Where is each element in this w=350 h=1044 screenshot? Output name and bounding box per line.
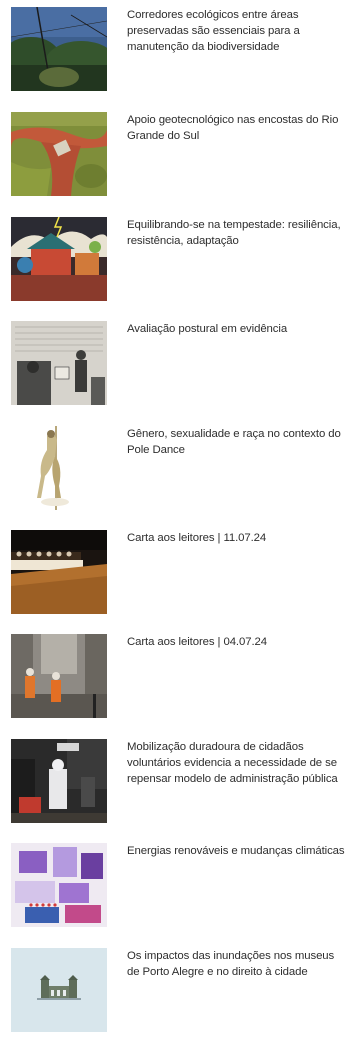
article-list: Corredores ecológicos entre áreas preser… xyxy=(0,0,350,1032)
article-title[interactable]: Apoio geotecnológico nas encostas do Rio… xyxy=(127,112,349,144)
list-item[interactable]: Gênero, sexualidade e raça no contexto d… xyxy=(0,426,350,522)
article-title[interactable]: Avaliação postural em evidência xyxy=(127,321,349,337)
vintage-collage-image xyxy=(11,321,107,405)
storm-illustration-image xyxy=(11,217,107,301)
article-thumbnail[interactable] xyxy=(11,948,107,1032)
article-title[interactable]: Os impactos das inundações nos museus de… xyxy=(127,948,349,980)
article-thumbnail[interactable] xyxy=(11,321,107,405)
list-item[interactable]: Corredores ecológicos entre áreas preser… xyxy=(0,7,350,103)
purple-collage-image xyxy=(11,843,107,927)
article-title[interactable]: Carta aos leitores | 11.07.24 xyxy=(127,530,349,546)
landslide-aerial-image xyxy=(11,112,107,196)
article-thumbnail[interactable] xyxy=(11,843,107,927)
article-thumbnail[interactable] xyxy=(11,217,107,301)
pole-dance-illustration-image xyxy=(11,426,107,510)
article-thumbnail[interactable] xyxy=(11,530,107,614)
list-item[interactable]: Mobilização duradoura de cidadãos volunt… xyxy=(0,739,350,835)
flooded-street-workers-image xyxy=(11,634,107,718)
list-item[interactable]: Equilibrando-se na tempestade: resiliênc… xyxy=(0,217,350,313)
article-title[interactable]: Gênero, sexualidade e raça no contexto d… xyxy=(127,426,349,458)
museum-building-icon xyxy=(11,948,107,1032)
list-item[interactable]: Os impactos das inundações nos museus de… xyxy=(0,948,350,1044)
list-item[interactable]: Carta aos leitores | 11.07.24 xyxy=(0,530,350,626)
forest-landscape-image xyxy=(11,7,107,91)
article-title[interactable]: Carta aos leitores | 04.07.24 xyxy=(127,634,349,650)
list-item[interactable]: Apoio geotecnológico nas encostas do Rio… xyxy=(0,112,350,208)
auditorium-panel-image xyxy=(11,530,107,614)
article-title[interactable]: Energias renováveis e mudanças climática… xyxy=(127,843,349,859)
article-thumbnail[interactable] xyxy=(11,426,107,510)
article-title[interactable]: Mobilização duradoura de cidadãos volunt… xyxy=(127,739,349,788)
article-thumbnail[interactable] xyxy=(11,634,107,718)
volunteer-protective-suit-image xyxy=(11,739,107,823)
list-item[interactable]: Avaliação postural em evidência xyxy=(0,321,350,417)
article-thumbnail[interactable] xyxy=(11,112,107,196)
article-thumbnail[interactable] xyxy=(11,7,107,91)
list-item[interactable]: Energias renováveis e mudanças climática… xyxy=(0,843,350,939)
article-title[interactable]: Corredores ecológicos entre áreas preser… xyxy=(127,7,349,56)
list-item[interactable]: Carta aos leitores | 04.07.24 xyxy=(0,634,350,730)
article-title[interactable]: Equilibrando-se na tempestade: resiliênc… xyxy=(127,217,349,249)
article-thumbnail[interactable] xyxy=(11,739,107,823)
